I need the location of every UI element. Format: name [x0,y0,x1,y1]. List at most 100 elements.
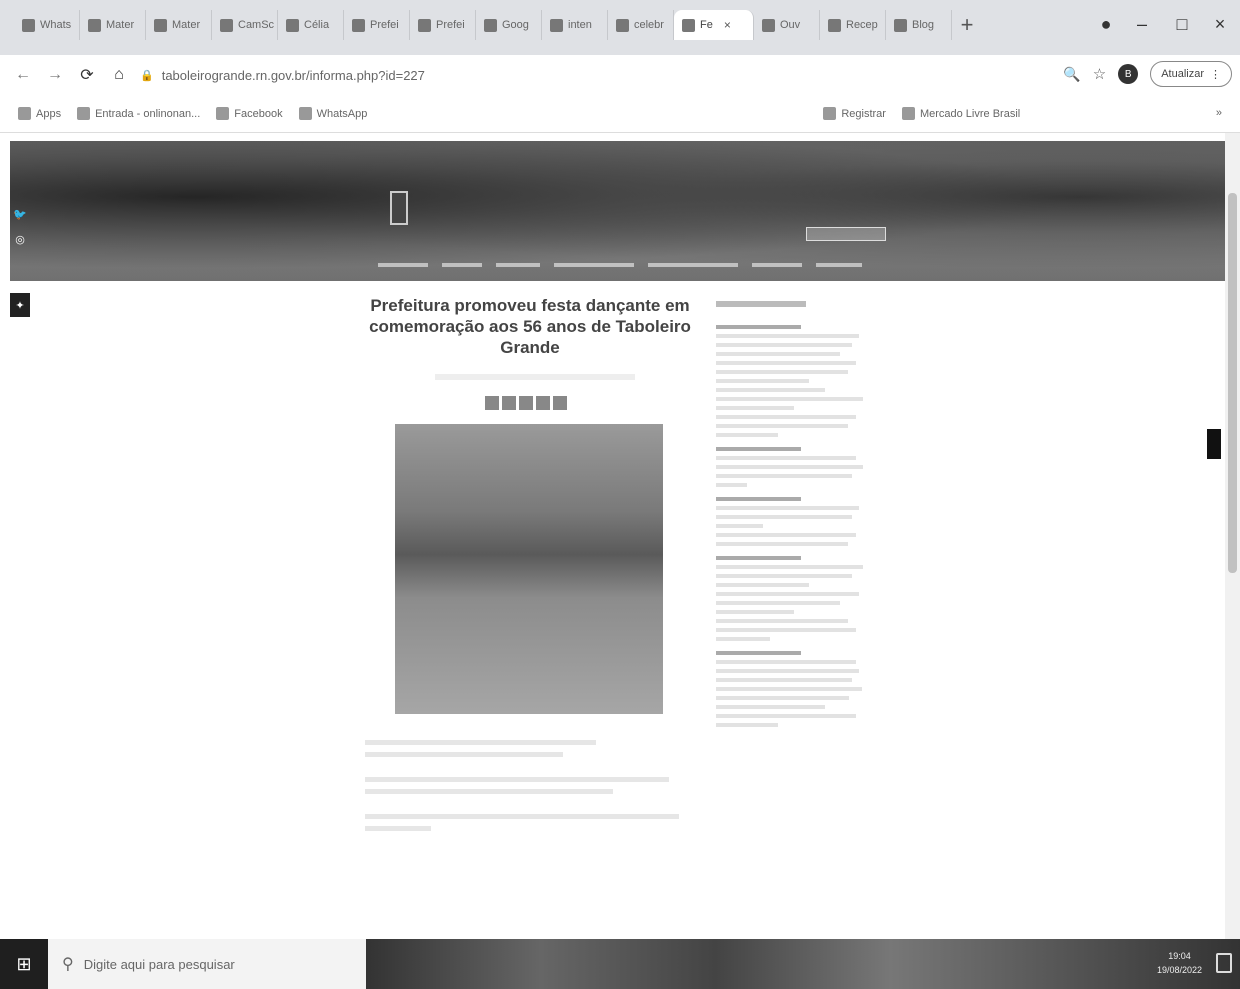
taskbar-pinned-apps[interactable] [366,939,1240,989]
tab-label: Prefei [436,19,465,31]
site-banner [10,141,1225,281]
bookmark-star-icon[interactable]: ☆ [1093,65,1106,83]
home-icon[interactable]: ⌂ [108,64,130,86]
notification-center-icon[interactable] [1216,953,1232,973]
bookmark-label: Apps [36,107,62,120]
tab-favicon-icon [484,18,497,32]
instagram-icon[interactable]: ◎ [10,233,30,246]
twitter-icon[interactable]: 🐦 [10,208,30,221]
site-nav[interactable] [378,259,898,271]
bookmark-label: Mercado Livre Brasil [919,107,1021,120]
sidebar-heading [716,301,806,307]
side-floating-tab[interactable] [1207,429,1221,459]
profile-avatar[interactable]: B [1118,64,1139,84]
browser-tab[interactable]: celebr [608,10,674,40]
tab-favicon-icon [828,18,841,32]
bookmark-favicon-icon [18,107,31,120]
browser-tab[interactable]: inten [542,10,608,40]
tab-label: Fe [700,19,713,31]
bookmark-item[interactable]: WhatsApp [298,107,368,120]
zoom-icon[interactable]: 🔍 [1063,66,1080,83]
bookmark-item[interactable]: Registrar [823,107,886,120]
tab-favicon-icon [550,18,563,32]
back-arrow-icon[interactable]: ← [12,64,34,86]
tab-favicon-icon [154,18,167,32]
bookmark-favicon-icon [216,107,230,120]
close-window-button[interactable]: × [1202,10,1238,38]
web-page: 🐦 ◎ ✦ Prefeitura promoveu festa dançante… [0,133,1240,939]
taskbar-search-placeholder: Digite aqui para pesquisar [83,956,235,972]
bookmark-item[interactable]: Apps [18,107,61,120]
browser-tab[interactable]: Fe × [674,10,754,40]
tab-favicon-icon [286,18,299,32]
tab-favicon-icon [682,18,695,32]
tab-favicon-icon [418,18,431,32]
tab-label: inten [568,19,592,31]
kebab-menu-icon: ⋮ [1210,68,1221,81]
article-photo [395,424,663,714]
minimize-button[interactable]: – [1124,10,1160,38]
bookmark-favicon-icon [901,107,915,120]
browser-tab[interactable]: Ouv [754,10,820,40]
browser-tab[interactable]: Mater [146,10,212,40]
tab-favicon-icon [22,18,35,32]
bookmark-label: WhatsApp [316,107,368,120]
tab-label: Mater [106,19,135,31]
bookmark-label: Entrada - onlinonan... [95,107,201,120]
browser-tab[interactable]: Whats [14,10,80,40]
browser-tab[interactable]: Prefei [410,10,476,40]
browser-tab[interactable]: Recep [820,10,886,40]
address-bar[interactable]: 🔒 taboleirogrande.rn.gov.br/informa.php?… [140,62,1040,88]
close-tab-icon[interactable]: × [724,18,731,32]
chrome-menu-icon[interactable]: ● [1088,10,1124,38]
windows-taskbar: ⊞ ⚲ Digite aqui para pesquisar 19:04 19/… [0,939,1240,989]
reload-icon[interactable]: ⟳ [76,64,98,86]
tab-favicon-icon [352,18,365,32]
tab-label: Mater [172,19,201,31]
new-tab-button[interactable]: + [952,10,982,40]
bookmark-item[interactable]: Mercado Livre Brasil [901,107,1021,120]
page-scrollbar[interactable] [1225,133,1240,939]
bookmark-label: Registrar [841,107,886,120]
share-icon[interactable]: ✦ [10,293,30,317]
bookmark-item[interactable]: Entrada - onlinonan... [77,107,200,120]
system-clock[interactable]: 19:04 19/08/2022 [1157,949,1202,977]
site-search-input[interactable] [806,227,886,241]
browser-tab[interactable]: Célia [278,10,344,40]
update-label: Atualizar [1161,68,1204,80]
browser-toolbar: ← → ⟳ ⌂ 🔒 taboleirogrande.rn.gov.br/info… [0,55,1240,95]
browser-tab[interactable]: Goog [476,10,542,40]
bookmark-item[interactable]: Facebook [216,107,283,120]
forward-arrow-icon[interactable]: → [44,64,66,86]
clock-date: 19/08/2022 [1156,965,1202,975]
tab-label: Whats [40,19,72,31]
taskbar-search-box[interactable]: ⚲ Digite aqui para pesquisar [48,939,366,989]
maximize-button[interactable]: □ [1164,10,1200,38]
site-logo[interactable] [390,191,408,225]
tab-favicon-icon [88,18,101,32]
search-icon: ⚲ [62,956,74,973]
article: Prefeitura promoveu festa dançante em co… [365,295,695,838]
browser-tab[interactable]: CamSc [212,10,278,40]
tab-list: Whats Mater Mater CamSc Célia Prefei Prefei Goo… [14,10,952,40]
share-buttons[interactable] [485,396,695,410]
browser-tab[interactable]: Prefei [344,10,410,40]
browser-tab[interactable]: Mater [80,10,146,40]
bookmark-favicon-icon [298,107,312,120]
recent-news-sidebar [716,301,871,732]
tab-label: Goog [502,19,529,31]
windows-start-icon[interactable]: ⊞ [0,939,48,989]
update-button[interactable]: Atualizar ⋮ [1150,61,1232,87]
tab-strip: Whats Mater Mater CamSc Célia Prefei Prefei Goo… [0,0,1240,55]
bookmarks-bar: Apps Entrada - onlinonan... Facebook WhatsA… [0,95,1240,133]
tab-favicon-icon [894,18,907,32]
tab-favicon-icon [220,18,233,32]
tab-favicon-icon [616,18,629,32]
tab-label: Prefei [370,19,399,31]
url-text: taboleirogrande.rn.gov.br/informa.php?id… [161,67,425,83]
bookmarks-more-icon[interactable]: » [1216,107,1222,119]
tab-label: Ouv [780,19,801,31]
browser-tab[interactable]: Blog [886,10,952,40]
bookmark-label: Facebook [234,107,283,120]
scrollbar-thumb[interactable] [1228,193,1237,573]
